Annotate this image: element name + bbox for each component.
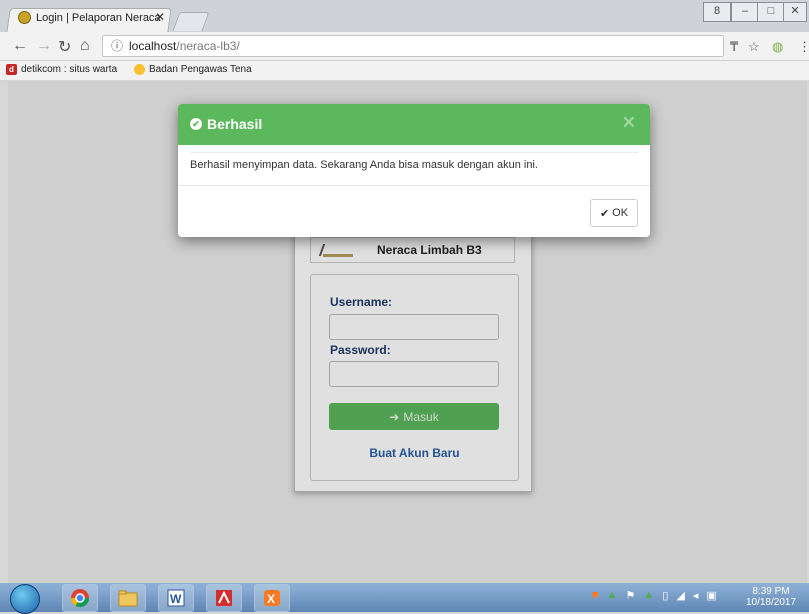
bookmarks-bar: d detikcom : situs warta Badan Pengawas … <box>0 61 809 81</box>
menu-icon[interactable]: ⋮ <box>798 39 809 55</box>
divider <box>190 152 638 153</box>
bookmark-badan-pengawas[interactable]: Badan Pengawas Tena <box>134 64 252 75</box>
bookmark-label: Badan Pengawas Tena <box>149 64 252 75</box>
favicon-icon <box>18 11 31 24</box>
word-icon: W <box>167 589 185 607</box>
url-host: localhost <box>129 39 177 53</box>
bookmark-label: detikcom : situs warta <box>21 64 118 75</box>
tab-content: Login | Pelaporan Neraca <box>18 11 161 24</box>
browser-titlebar: Login | Pelaporan Neraca ✕ 8 – □ ✕ <box>0 0 809 33</box>
extension-leaf-icon[interactable]: ◍ <box>772 39 783 55</box>
windows-taskbar: W X ■ ▲ ⚑ ▲ ▯ ◢ ◂ ▣ 8:39 PM 10/18/2017 <box>0 583 809 614</box>
modal-message: Berhasil menyimpan data. Sekarang Anda b… <box>190 159 538 171</box>
svg-text:X: X <box>267 592 275 606</box>
taskbar-xampp[interactable]: X <box>254 584 290 612</box>
reload-icon[interactable]: ↻ <box>58 37 71 57</box>
info-icon[interactable]: ⓘ <box>111 36 123 56</box>
tab-close-icon[interactable]: ✕ <box>155 10 165 24</box>
close-window-button[interactable]: ✕ <box>783 2 807 22</box>
taskbar-clock[interactable]: 8:39 PM 10/18/2017 <box>741 586 801 608</box>
checkmark-icon: ✔ <box>599 207 610 220</box>
extension-icon[interactable]: ₸ <box>730 39 738 55</box>
address-bar[interactable]: ⓘ localhost/neraca-lb3/ <box>102 35 724 57</box>
success-modal: ✔ Berhasil ✕ Berhasil menyimpan data. Se… <box>178 104 650 237</box>
url-text: localhost/neraca-lb3/ <box>129 36 240 56</box>
clock-time: 8:39 PM <box>752 586 790 597</box>
svg-text:W: W <box>170 592 182 606</box>
browser-toolbar: ← → ↻ ⌂ ⓘ localhost/neraca-lb3/ ₸ ☆ ◍ ⋮ <box>0 32 809 61</box>
start-button[interactable] <box>10 584 40 614</box>
clock-date: 10/18/2017 <box>745 597 797 608</box>
home-icon[interactable]: ⌂ <box>80 37 90 55</box>
xampp-icon: X <box>264 590 280 606</box>
battery-tray-icon[interactable]: ▯ <box>662 589 668 602</box>
taskbar-chrome[interactable] <box>62 584 98 612</box>
flag-tray-icon[interactable]: ⚑ <box>626 589 636 602</box>
update-tray-icon[interactable]: ▲ <box>607 589 618 602</box>
modal-title: ✔ Berhasil <box>190 116 262 132</box>
system-tray: ■ ▲ ⚑ ▲ ▯ ◢ ◂ ▣ <box>592 589 717 602</box>
xampp-tray-icon[interactable]: ■ <box>592 589 599 602</box>
url-path: /neraca-lb3/ <box>176 39 240 53</box>
folder-icon <box>118 590 138 607</box>
detik-icon: d <box>6 64 17 75</box>
maximize-button[interactable]: □ <box>757 2 785 22</box>
modal-title-text: Berhasil <box>207 116 263 132</box>
drive-tray-icon[interactable]: ▲ <box>643 589 654 602</box>
user-profile-button[interactable]: 8 <box>703 2 731 22</box>
taskbar-acrobat[interactable] <box>206 584 242 612</box>
ok-button[interactable]: ✔ OK <box>590 199 638 227</box>
notification-tray-icon[interactable]: ▣ <box>706 589 716 602</box>
check-circle-icon: ✔ <box>190 118 202 130</box>
ok-button-label: OK <box>612 207 629 219</box>
forward-icon[interactable]: → <box>36 37 52 55</box>
minimize-button[interactable]: – <box>731 2 759 22</box>
modal-body: Berhasil menyimpan data. Sekarang Anda b… <box>178 145 650 186</box>
volume-tray-icon[interactable]: ◂ <box>693 589 699 602</box>
network-tray-icon[interactable]: ◢ <box>676 589 684 602</box>
modal-close-icon[interactable]: ✕ <box>622 113 636 133</box>
tab-title: Login | Pelaporan Neraca <box>36 11 161 24</box>
bookmark-star-icon[interactable]: ☆ <box>748 39 760 55</box>
taskbar-explorer[interactable] <box>110 584 146 612</box>
bookmark-detikcom[interactable]: d detikcom : situs warta <box>6 64 117 75</box>
new-tab-button[interactable] <box>172 12 210 31</box>
acrobat-icon <box>216 590 232 606</box>
back-icon[interactable]: ← <box>12 37 28 55</box>
modal-header: ✔ Berhasil ✕ <box>178 104 650 145</box>
taskbar-word[interactable]: W <box>158 584 194 612</box>
emblem-icon <box>134 64 145 75</box>
chrome-icon <box>71 589 89 608</box>
